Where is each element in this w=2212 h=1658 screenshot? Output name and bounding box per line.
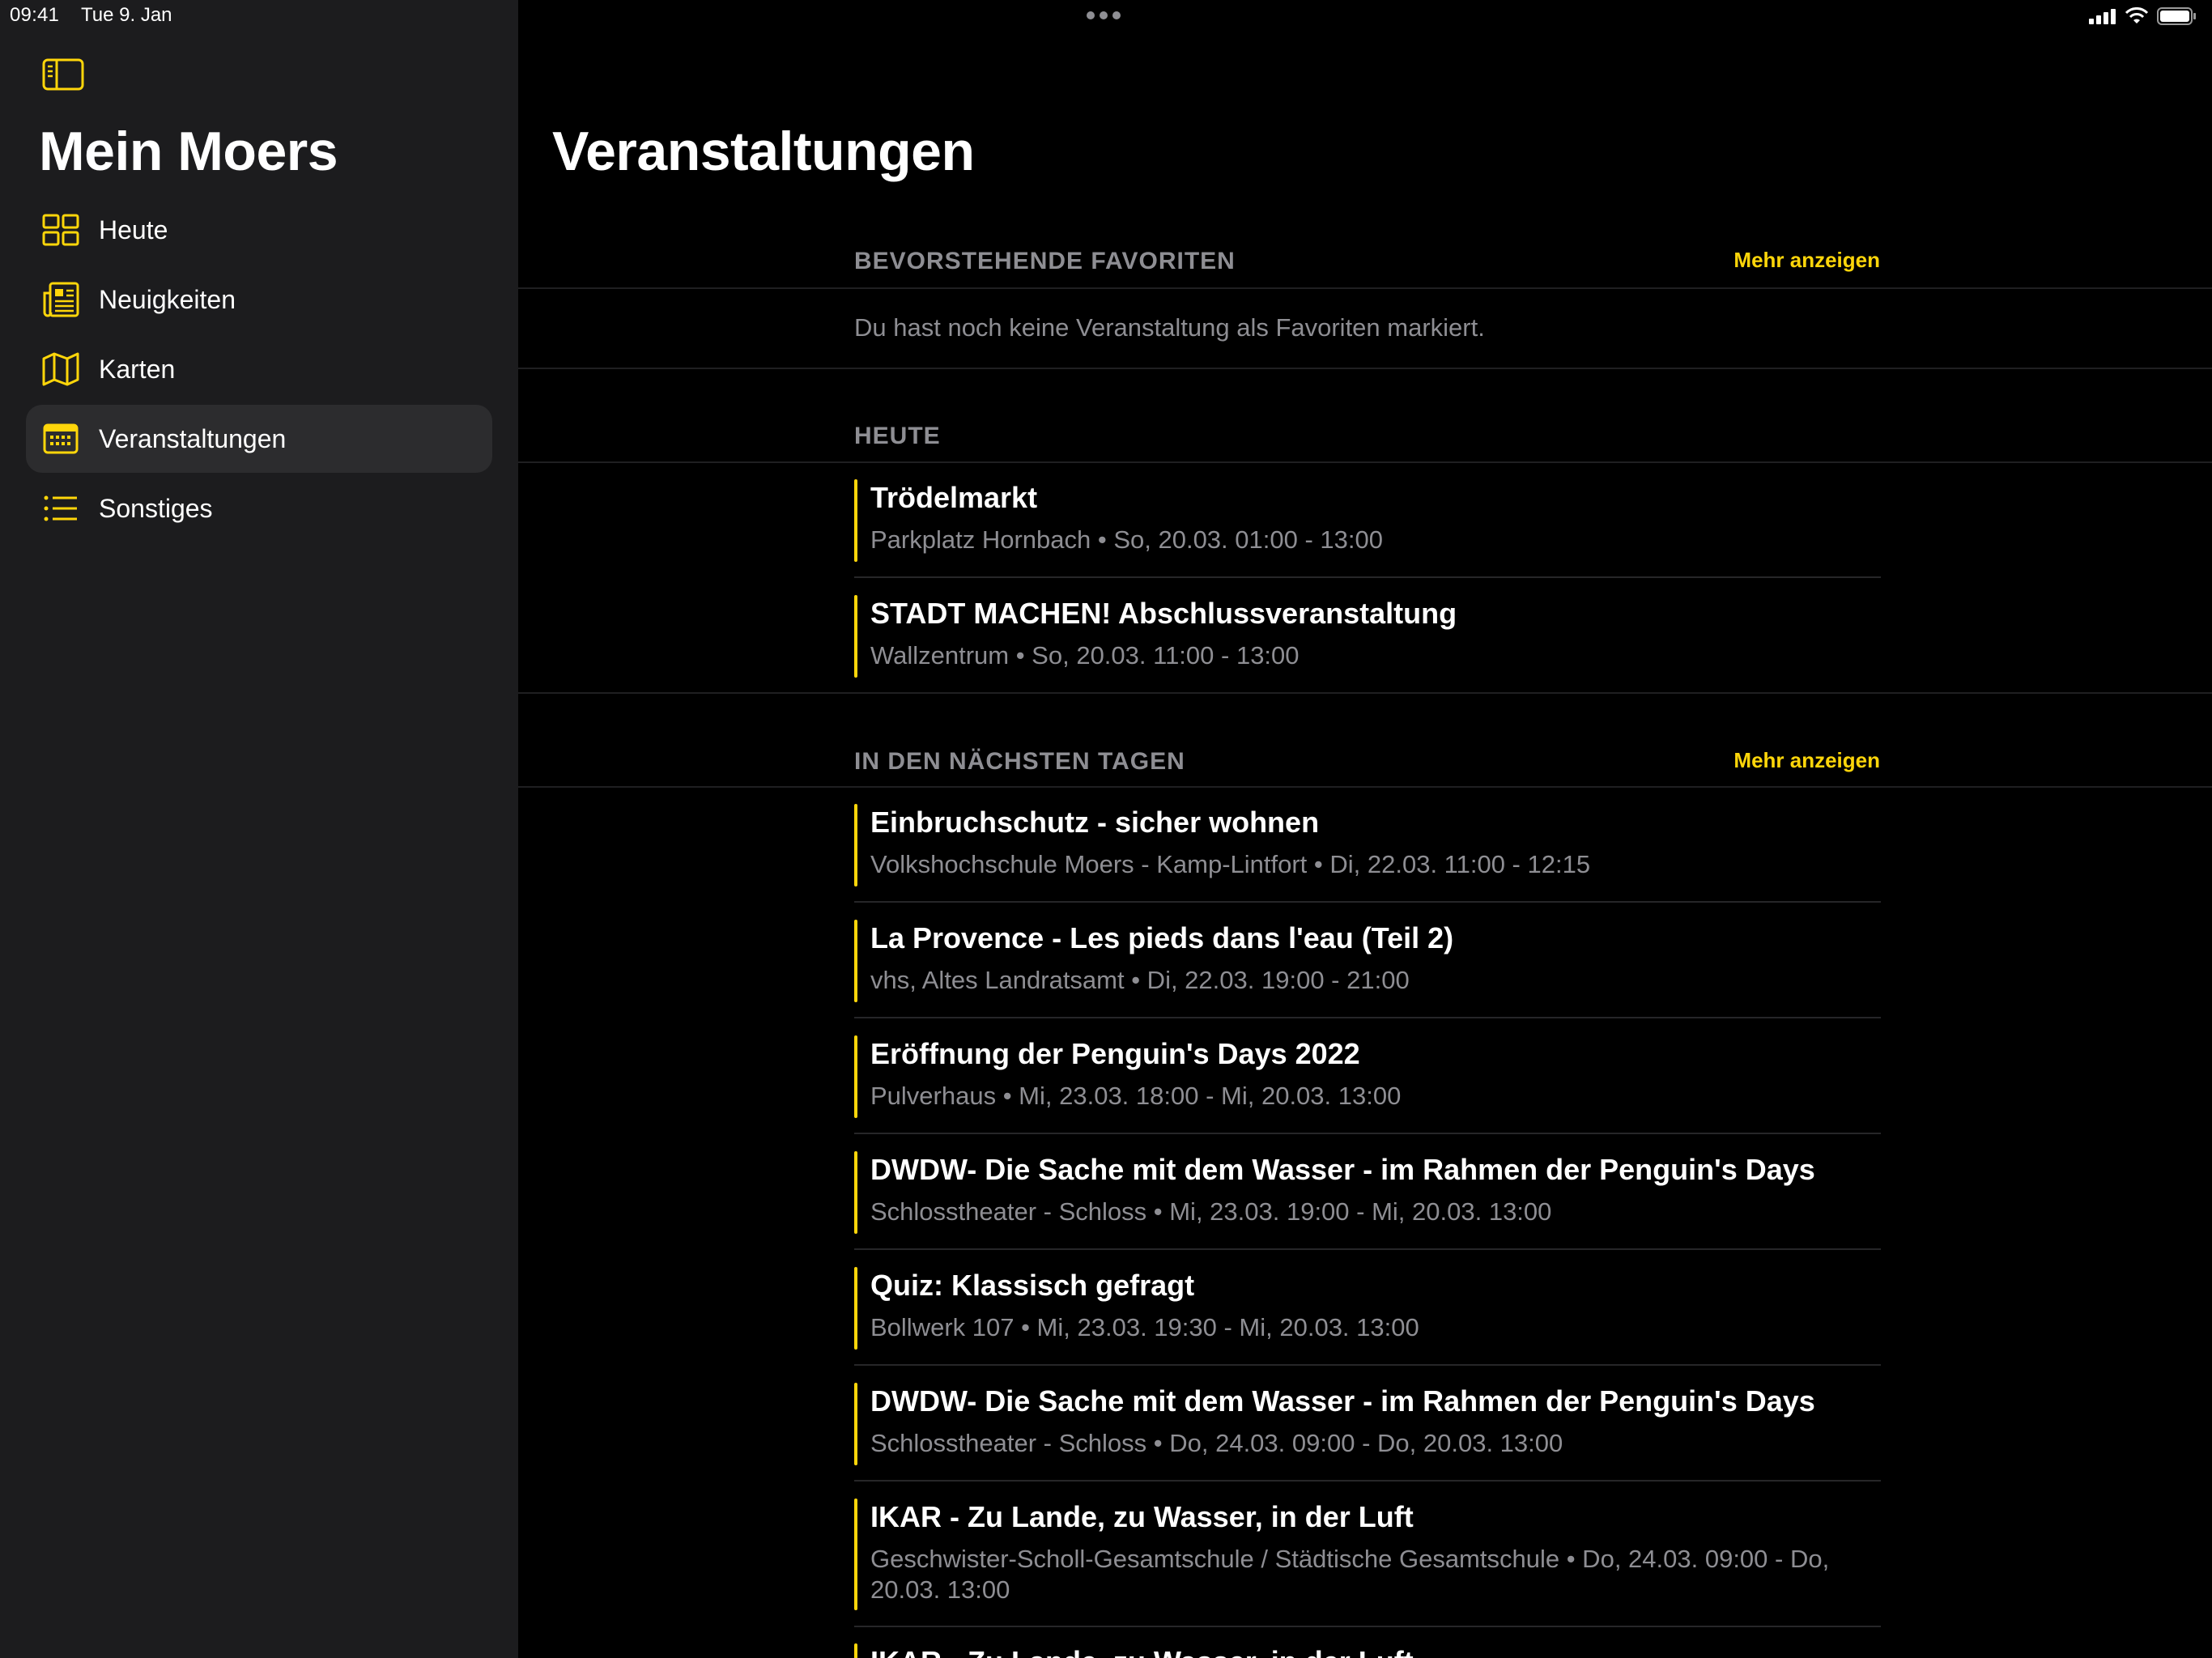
- status-time: 09:41: [10, 4, 60, 26]
- favorites-empty-text: Du hast noch keine Veranstaltung als Fav…: [854, 313, 1485, 342]
- main-content: Veranstaltungen BEVORSTEHENDE FAVORITEN …: [518, 0, 2212, 1658]
- sidebar-item-karten[interactable]: Karten: [26, 335, 492, 403]
- event-title: Quiz: Klassisch gefragt: [870, 1269, 1195, 1302]
- event-item[interactable]: Quiz: Klassisch gefragt Bollwerk 107 • M…: [854, 1267, 1881, 1366]
- section-label: IN DEN NÄCHSTEN TAGEN: [854, 748, 1185, 775]
- sidebar-item-label: Karten: [99, 354, 176, 384]
- map-icon: [40, 349, 81, 389]
- event-accent-bar: [854, 1035, 857, 1118]
- sidebar-item-label: Heute: [99, 215, 168, 244]
- event-separator: [854, 901, 1881, 903]
- upcoming-more-button[interactable]: Mehr anzeigen: [1733, 748, 1880, 773]
- event-item[interactable]: STADT MACHEN! Abschlussveranstaltung Wal…: [854, 595, 1881, 678]
- event-accent-bar: [854, 595, 857, 678]
- event-title: DWDW- Die Sache mit dem Wasser - im Rahm…: [870, 1384, 1815, 1418]
- event-accent-bar: [854, 804, 857, 886]
- event-title: La Provence - Les pieds dans l'eau (Teil…: [870, 921, 1454, 954]
- event-title: STADT MACHEN! Abschlussveranstaltung: [870, 597, 1457, 630]
- sidebar-toggle-icon[interactable]: [42, 58, 84, 91]
- event-subtitle: Schlosstheater - Schloss • Mi, 23.03. 19…: [870, 1197, 1552, 1226]
- event-subtitle: Bollwerk 107 • Mi, 23.03. 19:30 - Mi, 20…: [870, 1313, 1419, 1341]
- event-title: Einbruchschutz - sicher wohnen: [870, 806, 1320, 839]
- section-label: HEUTE: [854, 423, 941, 449]
- event-subtitle: Schlosstheater - Schloss • Do, 24.03. 09…: [870, 1429, 1563, 1457]
- sidebar-title: Mein Moers: [39, 121, 338, 182]
- sidebar-item-sonstiges[interactable]: Sonstiges: [26, 474, 492, 542]
- sidebar-item-label: Neuigkeiten: [99, 284, 236, 314]
- event-accent-bar: [854, 920, 857, 1002]
- event-item[interactable]: IKAR - Zu Lande, zu Wasser, in der Luft: [854, 1643, 1881, 1658]
- event-separator: [854, 1248, 1881, 1250]
- event-item[interactable]: DWDW- Die Sache mit dem Wasser - im Rahm…: [854, 1151, 1881, 1250]
- event-item[interactable]: Einbruchschutz - sicher wohnen Volkshoch…: [854, 804, 1881, 903]
- favorites-section-header: BEVORSTEHENDE FAVORITEN Mehr anzeigen: [518, 240, 2212, 288]
- event-separator: [854, 1626, 1881, 1627]
- event-separator: [854, 1017, 1881, 1018]
- sidebar-item-veranstaltungen[interactable]: Veranstaltungen: [26, 405, 492, 473]
- status-date: Tue 9. Jan: [81, 4, 172, 26]
- divider: [518, 461, 2212, 463]
- upcoming-section-header: IN DEN NÄCHSTEN TAGEN Mehr anzeigen: [518, 740, 2212, 789]
- event-accent-bar: [854, 479, 857, 562]
- event-item[interactable]: Trödelmarkt Parkplatz Hornbach • So, 20.…: [854, 479, 1881, 562]
- list-icon: [40, 488, 81, 529]
- sidebar-item-label: Sonstiges: [99, 493, 213, 523]
- event-separator: [854, 1480, 1881, 1482]
- event-accent-bar: [854, 1383, 857, 1465]
- event-separator: [854, 1133, 1881, 1134]
- event-accent-bar: [854, 1499, 857, 1610]
- divider: [518, 287, 2212, 289]
- sidebar-nav: Heute Neuigkeiten Karten Veranstaltungen…: [26, 196, 492, 544]
- event-title: Trödelmarkt: [870, 481, 1038, 514]
- event-subtitle: Wallzentrum • So, 20.03. 11:00 - 13:00: [870, 641, 1300, 670]
- today-section-header: HEUTE: [518, 414, 2212, 463]
- event-subtitle: vhs, Altes Landratsamt • Di, 22.03. 19:0…: [870, 966, 1410, 994]
- page-title: Veranstaltungen: [552, 121, 975, 182]
- event-accent-bar: [854, 1267, 857, 1350]
- event-accent-bar: [854, 1151, 857, 1234]
- favorites-more-button[interactable]: Mehr anzeigen: [1733, 248, 1880, 273]
- event-separator: [854, 576, 1881, 578]
- event-subtitle: Volkshochschule Moers - Kamp-Lintfort • …: [870, 850, 1591, 878]
- section-label: BEVORSTEHENDE FAVORITEN: [854, 248, 1236, 274]
- sidebar-item-label: Veranstaltungen: [99, 423, 287, 453]
- event-item[interactable]: La Provence - Les pieds dans l'eau (Teil…: [854, 920, 1881, 1018]
- grid-icon: [40, 210, 81, 250]
- event-separator: [854, 1364, 1881, 1366]
- sidebar-item-neuigkeiten[interactable]: Neuigkeiten: [26, 266, 492, 334]
- newspaper-icon: [40, 279, 81, 320]
- calendar-icon: [40, 419, 81, 459]
- event-accent-bar: [854, 1643, 857, 1658]
- event-subtitle: Pulverhaus • Mi, 23.03. 18:00 - Mi, 20.0…: [870, 1082, 1402, 1110]
- event-item[interactable]: Eröffnung der Penguin's Days 2022 Pulver…: [854, 1035, 1881, 1134]
- sidebar-item-heute[interactable]: Heute: [26, 196, 492, 264]
- event-item[interactable]: IKAR - Zu Lande, zu Wasser, in der Luft …: [854, 1499, 1881, 1627]
- event-title: IKAR - Zu Lande, zu Wasser, in der Luft: [870, 1645, 1414, 1658]
- event-title: IKAR - Zu Lande, zu Wasser, in der Luft: [870, 1500, 1414, 1533]
- sidebar: Mein Moers Heute Neuigkeiten Karten Vera…: [0, 0, 518, 1658]
- event-subtitle: Parkplatz Hornbach • So, 20.03. 01:00 - …: [870, 525, 1383, 554]
- event-title: DWDW- Die Sache mit dem Wasser - im Rahm…: [870, 1153, 1815, 1186]
- event-item[interactable]: DWDW- Die Sache mit dem Wasser - im Rahm…: [854, 1383, 1881, 1482]
- divider: [518, 692, 2212, 694]
- divider: [518, 786, 2212, 788]
- divider: [518, 368, 2212, 369]
- event-title: Eröffnung der Penguin's Days 2022: [870, 1037, 1360, 1070]
- event-subtitle: Geschwister-Scholl-Gesamtschule / Städti…: [870, 1545, 1830, 1604]
